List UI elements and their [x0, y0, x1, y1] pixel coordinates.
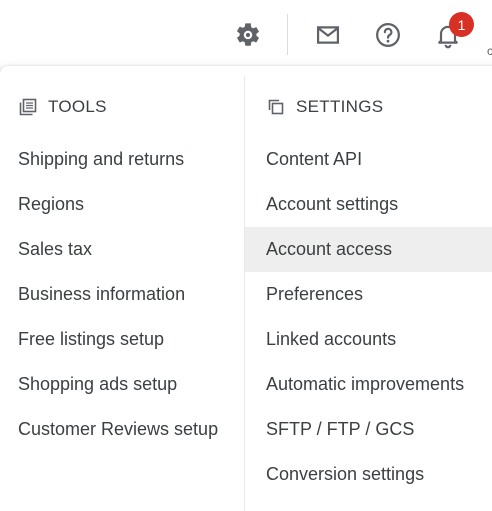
menu-item-sales-tax[interactable]: Sales tax [0, 227, 244, 272]
settings-header: SETTINGS [266, 92, 383, 122]
tools-list: Shipping and returns Regions Sales tax B… [0, 137, 244, 452]
menu-item-shipping-and-returns[interactable]: Shipping and returns [0, 137, 244, 182]
top-bar: 1 c [0, 0, 492, 66]
menu-item-preferences[interactable]: Preferences [245, 272, 492, 317]
menu-item-account-access[interactable]: Account access [245, 227, 492, 272]
tools-grid-icon [18, 97, 38, 117]
toolbar-divider [287, 14, 288, 55]
menu-item-sftp-ftp-gcs[interactable]: SFTP / FTP / GCS [245, 407, 492, 452]
tools-header: TOOLS [18, 92, 107, 122]
menu-item-regions[interactable]: Regions [0, 182, 244, 227]
menu-item-content-api[interactable]: Content API [245, 137, 492, 182]
menu-item-conversion-settings[interactable]: Conversion settings [245, 452, 492, 497]
menu-item-linked-accounts[interactable]: Linked accounts [245, 317, 492, 362]
settings-title: SETTINGS [296, 97, 384, 116]
settings-menu-panel: TOOLS Shipping and returns Regions Sales… [0, 66, 492, 511]
edge-text: c [487, 44, 492, 58]
menu-item-shopping-ads-setup[interactable]: Shopping ads setup [0, 362, 244, 407]
menu-item-free-listings-setup[interactable]: Free listings setup [0, 317, 244, 362]
menu-item-business-information[interactable]: Business information [0, 272, 244, 317]
menu-item-customer-reviews-setup[interactable]: Customer Reviews setup [0, 407, 244, 452]
menu-item-automatic-improvements[interactable]: Automatic improvements [245, 362, 492, 407]
settings-list: Content API Account settings Account acc… [245, 137, 492, 497]
settings-copy-icon [266, 97, 286, 117]
mail-icon[interactable] [308, 15, 348, 55]
tools-title: TOOLS [48, 97, 107, 116]
help-icon[interactable] [368, 15, 408, 55]
notification-badge: 1 [449, 12, 474, 37]
menu-item-account-settings[interactable]: Account settings [245, 182, 492, 227]
gear-icon[interactable] [228, 15, 268, 55]
